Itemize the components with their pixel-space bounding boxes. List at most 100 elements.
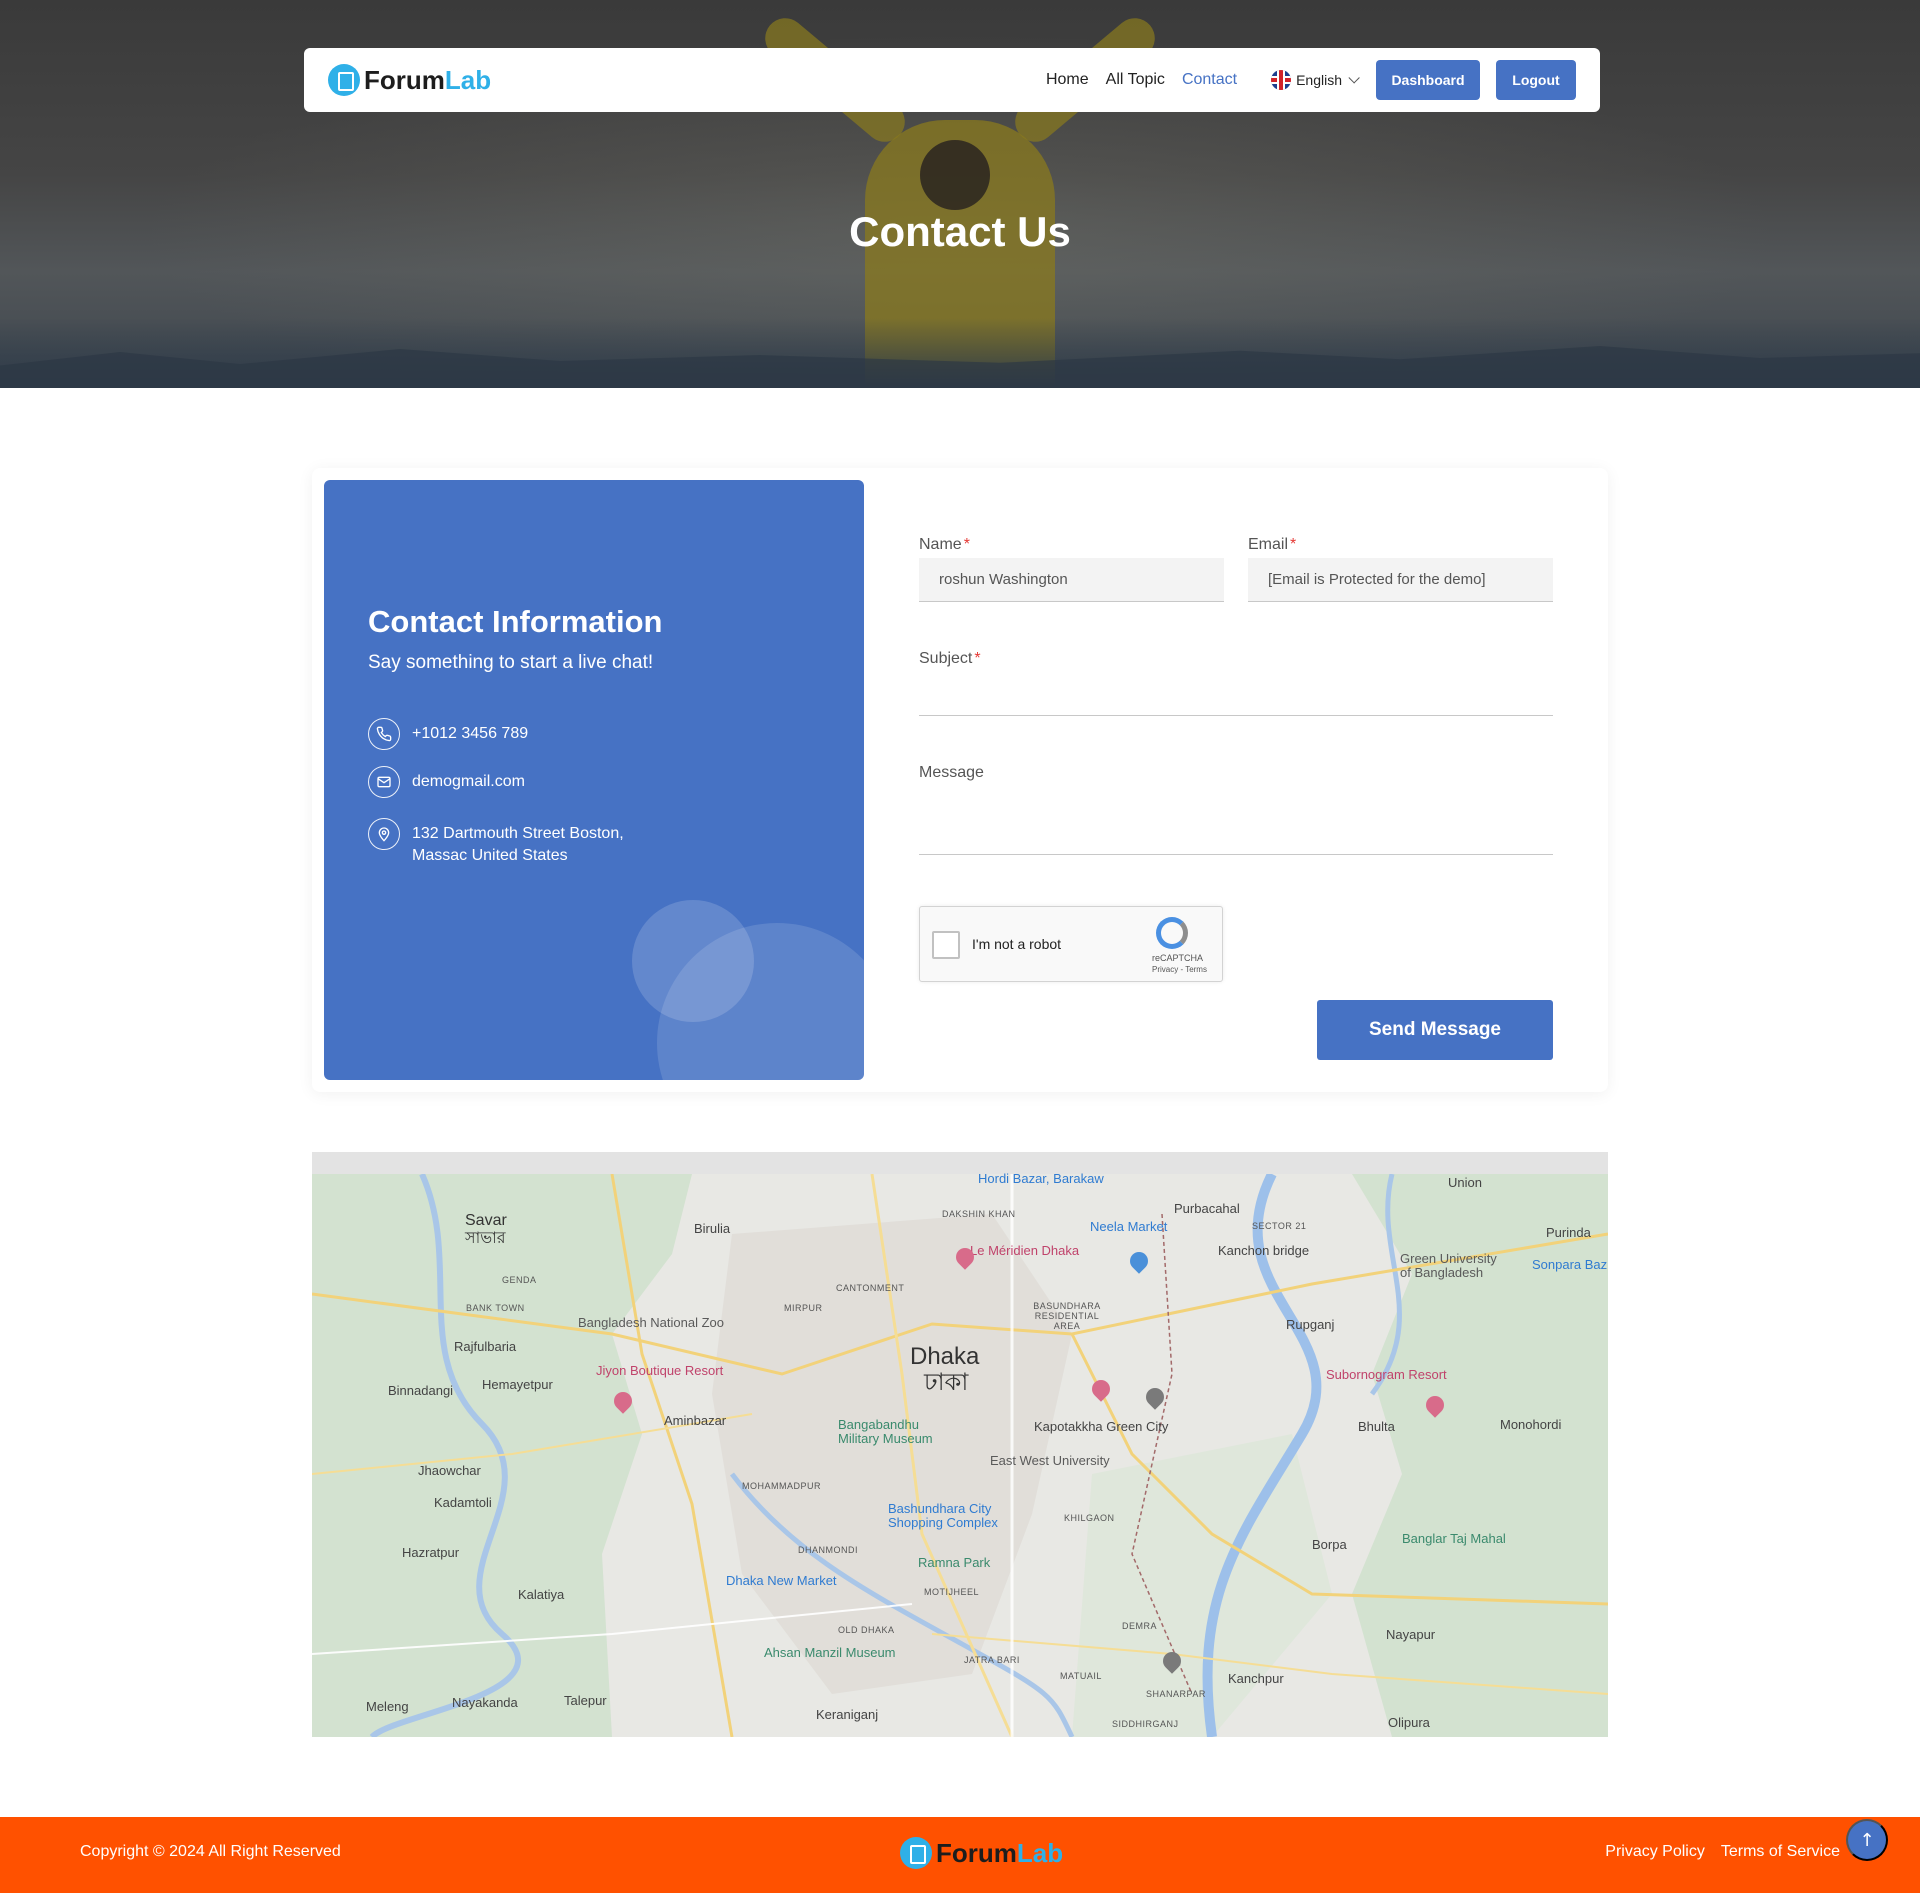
map-label-bashundhara-2: Shopping Complex [888,1515,998,1530]
send-message-button[interactable]: Send Message [1317,1000,1553,1060]
contact-email[interactable]: demogmail.com [412,766,525,793]
forum-logo-icon [900,1837,932,1869]
map-label-rupganj: Rupganj [1286,1317,1335,1332]
map-label-dhanmondi: DHANMONDI [798,1545,858,1555]
language-selector[interactable]: English [1271,70,1360,90]
contact-phone-row: +1012 3456 789 [368,718,528,750]
contact-info-subtitle: Say something to start a live chat! [368,652,654,673]
map-label-cantonment: CANTONMENT [836,1283,905,1293]
name-input[interactable]: roshun Washington [919,558,1224,602]
map-label-kanchon-bridge: Kanchon bridge [1218,1243,1310,1258]
map-label-purbacahal: Purbacahal [1174,1201,1240,1216]
map-label-old-dhaka: OLD DHAKA [838,1625,895,1635]
message-textarea[interactable] [919,854,1553,855]
recaptcha-checkbox[interactable] [932,931,960,959]
subject-input[interactable] [919,715,1553,716]
contact-phone[interactable]: +1012 3456 789 [412,718,528,745]
map-label-kadamtoli: Kadamtoli [434,1495,492,1510]
map-label-dakshin-khan: DAKSHIN KHAN [942,1209,1016,1219]
contact-info-panel: Contact Information Say something to sta… [324,480,864,1080]
dashboard-button[interactable]: Dashboard [1376,60,1480,100]
phone-icon [368,718,400,750]
map-label-genda: GENDA [502,1275,537,1285]
map-label-jhaowchar: Jhaowchar [418,1463,481,1478]
map-label-borpa: Borpa [1312,1537,1347,1552]
location-map[interactable]: Dhaka ঢাকা Savar সাভার Birulia Purbacaha… [312,1152,1608,1737]
map-label-kalatiya: Kalatiya [518,1587,565,1602]
recaptcha-widget: I'm not a robot reCAPTCHA Privacy - Term… [919,906,1223,982]
footer-links: Privacy Policy Terms of Service [1605,1843,1840,1861]
contact-form: Name * roshun Washington Email * [Email is… [919,468,1553,1092]
map-label-banglar-taj-mahal: Banglar Taj Mahal [1402,1531,1506,1546]
recaptcha-terms[interactable]: Privacy - Terms [1152,965,1207,974]
map-label-le-meridien: Le Méridien Dhaka [970,1243,1080,1258]
map-label-green-university-2: of Bangladesh [1400,1265,1484,1280]
map-label-keraniganj: Keraniganj [816,1707,879,1722]
map-label-binnadangi: Binnadangi [388,1383,454,1398]
nav-home[interactable]: Home [1046,71,1089,89]
map-label-national-zoo: Bangladesh National Zoo [578,1315,724,1330]
map-label-matuail: MATUAIL [1060,1671,1102,1681]
map-label-military-museum: Military Museum [838,1431,933,1446]
map-label-purinda: Purinda [1546,1225,1591,1240]
map-label-kapotakkha: Kapotakkha Green City [1034,1419,1169,1434]
nav-links: Home All Topic Contact English Dashboard… [1029,60,1576,100]
contact-address-row: 132 Dartmouth Street Boston, Massac Unit… [368,818,624,867]
map-label-kanchpur: Kanchpur [1228,1671,1284,1686]
nav-all-topic[interactable]: All Topic [1106,71,1165,89]
recaptcha-brand: reCAPTCHA [1152,953,1204,963]
scroll-to-top-button[interactable]: ↑ [1846,1819,1888,1861]
map-label-hordi-bazar: Hordi Bazar, Barakaw [978,1171,1104,1186]
email-input[interactable]: [Email is Protected for the demo] [1248,558,1553,602]
map-label-monohordi: Monohordi [1500,1417,1562,1432]
map-label-hazratpur: Hazratpur [402,1545,460,1560]
map-label-savar-bn: সাভার [465,1230,506,1247]
top-navbar: ForumLab Home All Topic Contact English … [304,48,1600,112]
location-pin-icon [368,818,400,850]
map-label-bhulta: Bhulta [1358,1419,1395,1434]
uk-flag-icon [1271,70,1292,90]
map-label-basundhara-ra: BASUNDHARA RESIDENTIAL AREA [1033,1301,1101,1331]
nav-contact[interactable]: Contact [1182,71,1237,89]
map-label-khilgaon: KHILGAON [1064,1513,1115,1523]
map-label-dhaka: Dhaka [910,1343,980,1370]
forum-logo-icon [328,64,360,96]
contact-address: 132 Dartmouth Street Boston, Massac Unit… [412,825,624,864]
recaptcha-logo-icon [1156,917,1188,949]
site-footer: Copyright © 2024 All Right Reserved Foru… [0,1817,1920,1893]
map-label-sector-21: SECTOR 21 [1252,1221,1307,1231]
map-label-birulia: Birulia [694,1221,731,1236]
map-label-neela-market: Neela Market [1090,1219,1168,1234]
mail-icon [368,766,400,798]
map-label-siddhirganj: SIDDHIRGANJ [1112,1719,1179,1729]
map-label-shanarpar: SHANARPAR [1146,1689,1206,1699]
map-label-mirpur: MIRPUR [784,1303,823,1313]
map-label-motijheel: MOTIJHEEL [924,1587,980,1597]
subject-label: Subject * [919,650,981,667]
map-label-nayakanda: Nayakanda [452,1695,518,1710]
map-label-demra: DEMRA [1122,1621,1158,1631]
email-label: Email * [1248,536,1297,553]
chevron-down-icon [1348,72,1360,84]
map-label-hemayetpur: Hemayetpur [482,1377,553,1392]
logout-button[interactable]: Logout [1496,60,1576,100]
map-label-talepur: Talepur [564,1693,607,1708]
map-label-rajfulbaria: Rajfulbaria [454,1339,517,1354]
footer-logo[interactable]: ForumLab [900,1837,1063,1869]
brand-logo[interactable]: ForumLab [328,64,491,96]
terms-of-service-link[interactable]: Terms of Service [1721,1843,1840,1861]
message-label: Message [919,764,984,781]
map-label-jiyon-resort: Jiyon Boutique Resort [596,1363,724,1378]
map-label-bank-town: BANK TOWN [466,1303,525,1313]
privacy-policy-link[interactable]: Privacy Policy [1605,1843,1705,1861]
map-label-mohammadpur: MOHAMMADPUR [742,1481,821,1491]
name-label: Name * [919,536,970,553]
map-label-subornogram-resort: Subornogram Resort [1326,1367,1447,1382]
contact-email-row: demogmail.com [368,766,525,798]
contact-info-title: Contact Information [368,604,663,639]
map-label-meleng: Meleng [366,1699,409,1714]
map-label-union: Union [1448,1175,1482,1190]
map-label-savar: Savar [465,1212,507,1229]
page-title: Contact Us [849,208,1071,255]
map-label-sonpara: Sonpara Baz [1532,1257,1608,1272]
